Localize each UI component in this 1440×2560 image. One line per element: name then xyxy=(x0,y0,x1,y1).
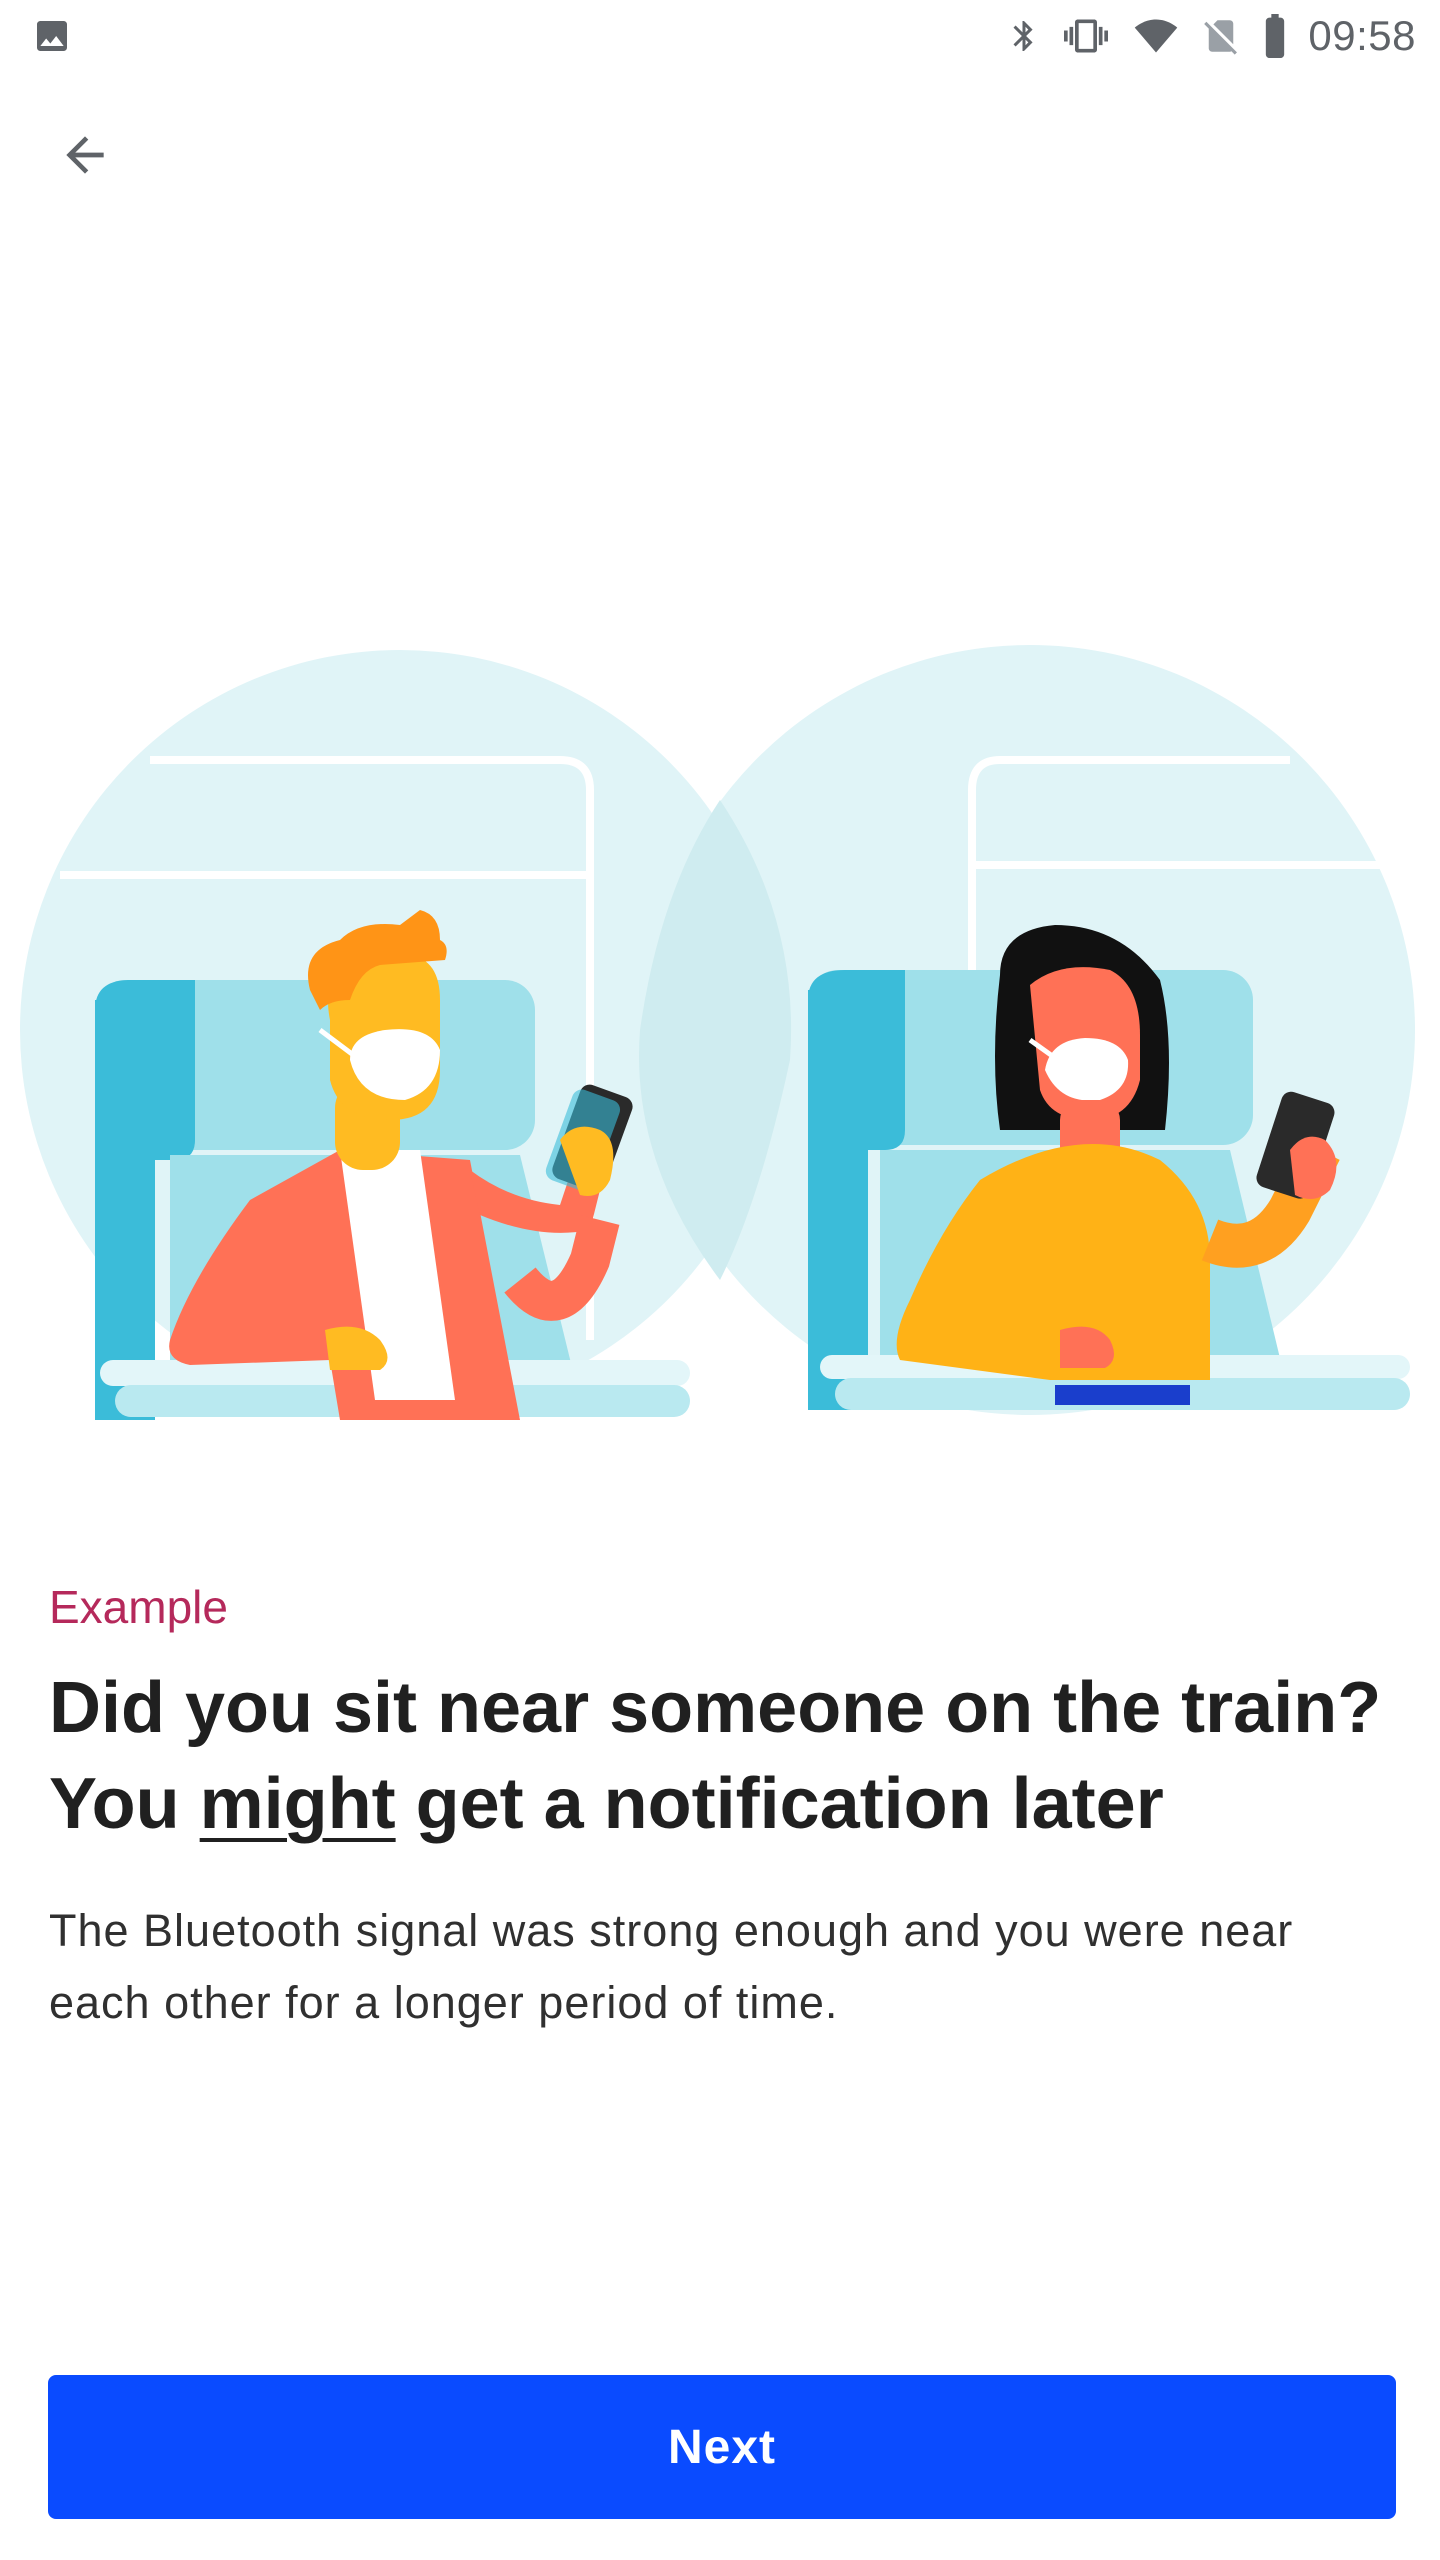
battery-icon xyxy=(1266,14,1285,58)
back-button[interactable] xyxy=(40,110,130,200)
title-line-2-suffix: get a notification later xyxy=(395,1764,1164,1844)
title-line-2: You might get a notification later xyxy=(49,1756,1389,1852)
arrow-left-icon xyxy=(66,136,104,174)
image-icon xyxy=(37,21,67,51)
clock: 09:58 xyxy=(1308,12,1416,59)
bluetooth-icon xyxy=(1013,21,1033,51)
no-sim-icon xyxy=(1204,20,1238,55)
status-icons: 09:58 xyxy=(1006,0,1416,72)
vibrate-icon xyxy=(1064,19,1109,53)
page-title: Did you sit near someone on the train? Y… xyxy=(49,1660,1389,1852)
status-bar: 09:58 xyxy=(0,0,1440,72)
example-label: Example xyxy=(49,1581,228,1633)
title-line-2-prefix: You xyxy=(49,1764,200,1844)
wifi-icon xyxy=(1135,19,1178,53)
title-emphasis: might xyxy=(199,1764,396,1844)
train-illustration xyxy=(20,645,1415,1420)
next-button[interactable]: Next xyxy=(48,2375,1396,2519)
title-line-1: Did you sit near someone on the train? xyxy=(49,1668,1382,1748)
description-text: The Bluetooth signal was strong enough a… xyxy=(49,1905,1294,2028)
